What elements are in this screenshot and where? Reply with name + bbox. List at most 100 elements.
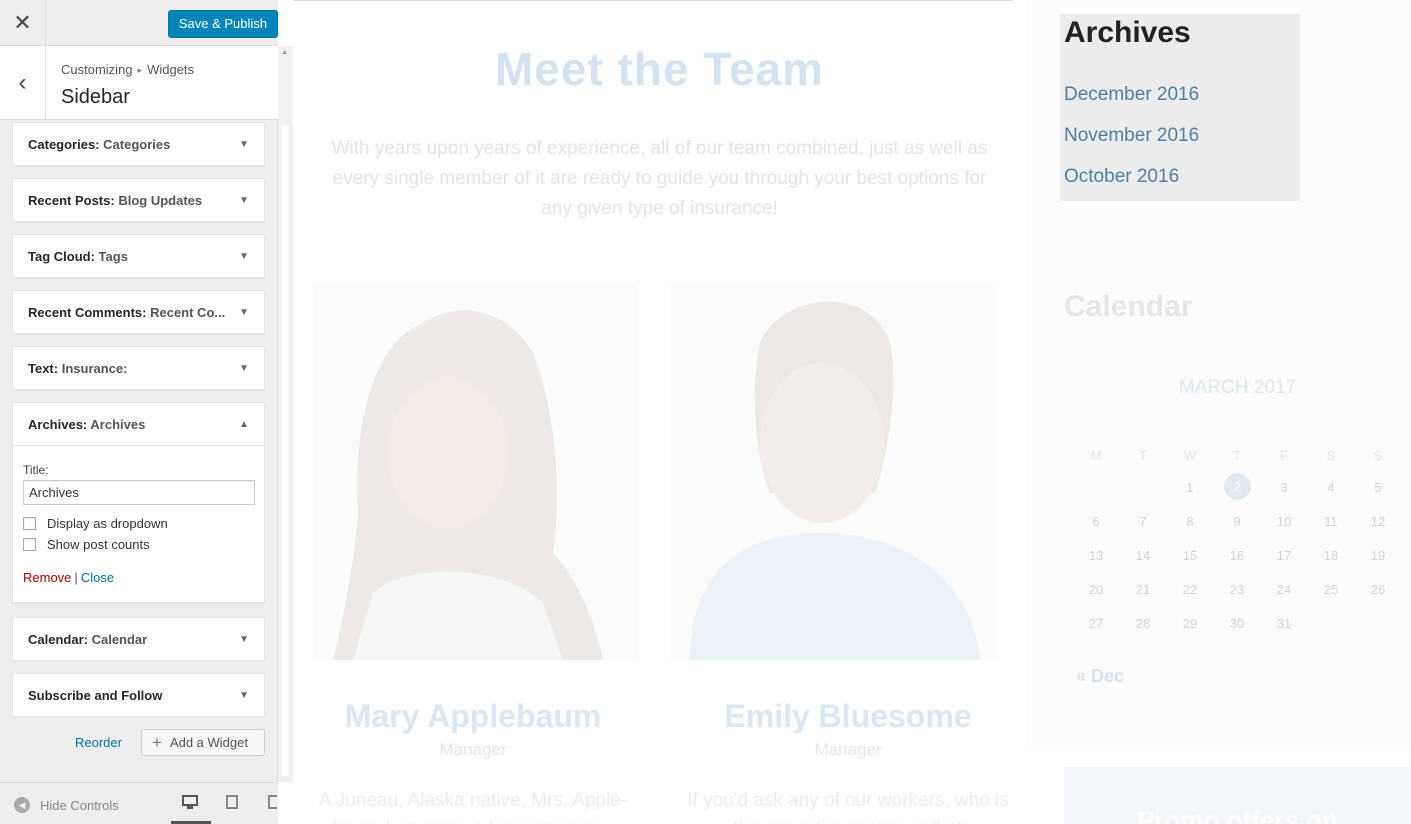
- breadcrumb-separator-icon: ▸: [137, 65, 143, 75]
- section-header: ‹ Customizing ▸ Widgets Sidebar: [0, 46, 278, 120]
- mobile-preview-icon[interactable]: [268, 795, 278, 809]
- display-dropdown-label: Display as dropdown: [47, 516, 168, 531]
- team-section-title: Meet the Team: [494, 43, 825, 95]
- calendar-title: Calendar: [1064, 290, 1193, 323]
- calendar-day: 30: [1229, 616, 1245, 631]
- calendar-day: 12: [1370, 514, 1386, 529]
- widget-recent-posts[interactable]: Recent Posts: Blog Updates ▼: [12, 178, 265, 222]
- widget-recent-comments[interactable]: Recent Comments: Recent Co... ▼: [12, 290, 265, 334]
- expand-arrow-icon[interactable]: ▼: [239, 251, 249, 262]
- archives-title: Archives: [1064, 16, 1191, 49]
- calendar-day: 17: [1276, 548, 1292, 563]
- calendar-day: 28: [1135, 616, 1151, 631]
- member-role: Manager: [439, 740, 507, 759]
- expand-arrow-icon[interactable]: ▼: [239, 195, 249, 206]
- back-arrow-icon[interactable]: ‹: [0, 46, 46, 120]
- breadcrumb-item: Widgets: [147, 62, 195, 77]
- calendar-weekday: W: [1183, 448, 1197, 463]
- calendar-day: 7: [1139, 514, 1147, 529]
- close-customizer-icon[interactable]: ✕: [0, 0, 46, 46]
- title-input[interactable]: [23, 480, 255, 505]
- person-silhouette-icon: [333, 310, 603, 660]
- widget-subscribe-follow[interactable]: Subscribe and Follow ▼: [12, 673, 265, 717]
- archives-widget-preview: Archives December 2016 November 2016 Oct…: [1060, 14, 1300, 201]
- customizer-header: ✕ Save & Publish: [0, 0, 278, 46]
- calendar-day: 20: [1088, 582, 1104, 597]
- calendar-day: 26: [1370, 582, 1386, 597]
- calendar-day: 18: [1323, 548, 1339, 563]
- calendar-day: 22: [1182, 582, 1198, 597]
- widget-title: Text: Insurance:: [28, 361, 128, 376]
- archive-link[interactable]: October 2016: [1064, 166, 1179, 188]
- calendar-day: 10: [1276, 514, 1292, 529]
- collapse-arrow-icon[interactable]: ▲: [239, 419, 249, 430]
- archive-link[interactable]: November 2016: [1064, 125, 1199, 147]
- member-name: Emily Bluesome: [724, 698, 972, 734]
- promo-banner: Promo offers on: [1064, 767, 1411, 824]
- widget-archives: Archives: Archives ▲ Title: Display as d…: [12, 402, 265, 603]
- calendar-widget: MARCH 2017 M T W T F S S 1 2 3 4 5 6 7 8 9 10 11 12 13 14 15 1…: [1064, 360, 1385, 660]
- calendar-day: 16: [1229, 548, 1245, 563]
- calendar-weekday: T: [1233, 448, 1241, 463]
- scroll-up-arrow-icon[interactable]: ▲: [281, 49, 288, 56]
- save-publish-button[interactable]: Save & Publish: [167, 10, 278, 38]
- section-title: Sidebar: [61, 86, 130, 108]
- promo-text: Promo offers on: [1137, 805, 1338, 824]
- breadcrumb-item: Customizing: [61, 62, 133, 77]
- calendar-day-today: 2: [1224, 473, 1251, 500]
- calendar-day: 24: [1276, 582, 1292, 597]
- expand-arrow-icon[interactable]: ▼: [239, 139, 249, 150]
- tablet-preview-icon[interactable]: [226, 795, 238, 809]
- expand-arrow-icon[interactable]: ▼: [239, 307, 249, 318]
- calendar-weekday: S: [1326, 448, 1336, 463]
- widget-actions: Remove | Close: [23, 570, 255, 585]
- panel-scrollbar[interactable]: ▲: [278, 46, 293, 782]
- calendar-weekday: S: [1373, 448, 1383, 463]
- expand-arrow-icon[interactable]: ▼: [239, 690, 249, 701]
- calendar-day: 1: [1186, 480, 1194, 495]
- widget-categories[interactable]: Categories: Categories ▼: [12, 122, 265, 166]
- hide-controls-label: Hide Controls: [40, 797, 119, 813]
- calendar-day: 21: [1135, 582, 1151, 597]
- widget-title: Categories: Categories: [28, 137, 171, 152]
- widget-archives-form: Title: Display as dropdown Show post cou…: [23, 463, 255, 585]
- member-bio: A Juneau, Alaska native, Mrs. Apple-baum…: [318, 790, 628, 824]
- widget-text[interactable]: Text: Insurance: ▼: [12, 346, 265, 390]
- archive-link[interactable]: December 2016: [1064, 84, 1199, 106]
- expand-arrow-icon[interactable]: ▼: [239, 363, 249, 374]
- breadcrumb: Customizing ▸ Widgets: [61, 62, 194, 77]
- widget-tag-cloud[interactable]: Tag Cloud: Tags ▼: [12, 234, 265, 278]
- calendar-day: 13: [1088, 548, 1104, 563]
- widget-title: Recent Posts: Blog Updates: [28, 193, 203, 208]
- calendar-day: 15: [1182, 548, 1198, 563]
- calendar-day: 3: [1280, 480, 1288, 495]
- add-widget-button[interactable]: + Add a Widget: [141, 729, 265, 756]
- preview-divider: [293, 0, 1013, 1]
- add-widget-label: Add a Widget: [169, 735, 248, 750]
- title-label: Title:: [23, 463, 49, 477]
- calendar-prev-link[interactable]: « Dec: [1076, 666, 1124, 687]
- widget-calendar[interactable]: Calendar: Calendar ▼: [12, 617, 265, 661]
- remove-link[interactable]: Remove: [23, 570, 71, 585]
- display-dropdown-checkbox[interactable]: [23, 517, 36, 530]
- widget-title: Subscribe and Follow: [28, 688, 163, 703]
- reorder-link[interactable]: Reorder: [75, 735, 122, 750]
- customizer-footer: ◀ Hide Controls: [0, 782, 278, 824]
- calendar-day: 19: [1370, 548, 1386, 563]
- actions-separator: |: [74, 570, 78, 585]
- scrollbar-thumb[interactable]: [282, 126, 289, 776]
- show-counts-checkbox[interactable]: [23, 538, 36, 551]
- widget-archives-header[interactable]: Archives: Archives ▲: [13, 403, 264, 446]
- widget-title: Calendar: Calendar: [28, 632, 148, 647]
- customizer-panel: ✕ Save & Publish ‹ Customizing ▸ Widgets S…: [0, 0, 278, 824]
- site-preview: Meet the Team With years upon years of e…: [293, 0, 1411, 824]
- calendar-weekday: T: [1139, 448, 1147, 463]
- close-link[interactable]: Close: [81, 570, 114, 585]
- calendar-day: 8: [1186, 514, 1194, 529]
- calendar-day: 14: [1135, 548, 1151, 563]
- desktop-preview-icon[interactable]: [182, 795, 198, 809]
- expand-arrow-icon[interactable]: ▼: [239, 634, 249, 645]
- show-counts-row: Show post counts: [23, 537, 255, 552]
- member-photo: [670, 283, 995, 660]
- hide-controls-button[interactable]: ◀ Hide Controls: [14, 797, 119, 813]
